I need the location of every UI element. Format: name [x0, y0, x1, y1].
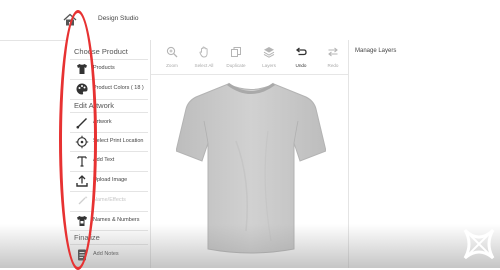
sidebar-item-name-effects: Name/Effects: [66, 192, 150, 210]
palette-icon: [76, 83, 88, 95]
jersey-icon: [77, 216, 87, 226]
design-canvas[interactable]: [151, 75, 348, 268]
item-divider: [70, 99, 148, 100]
app-title: Design Studio: [98, 15, 139, 22]
section-edit-artwork: Edit Artwork: [74, 101, 115, 110]
duplicate-icon: [231, 47, 241, 57]
zoom-button[interactable]: Zoom: [156, 46, 188, 72]
section-choose-product: Choose Product: [74, 47, 128, 56]
sidebar-item-label: Add Notes: [93, 251, 119, 257]
sidebar-item-label: Upload Image: [93, 177, 128, 183]
design-studio-app: Design Studio Choose Product Products Pr…: [0, 0, 500, 270]
sidebar-item-artwork[interactable]: Artwork: [66, 114, 150, 132]
brush-icon: [76, 118, 87, 129]
header-bar: Design Studio: [0, 0, 500, 41]
sidebar-item-product-colors[interactable]: Product Colors ( 18 ): [66, 80, 150, 98]
sidebar-item-label: Products: [93, 65, 115, 71]
section-finalize: Finalize: [74, 233, 100, 242]
brand-logo-icon: [463, 228, 495, 260]
section-divider: [70, 244, 148, 245]
sidebar-item-label: Name/Effects: [93, 197, 126, 203]
sidebar-item-label: Artwork: [93, 119, 112, 125]
redo-button[interactable]: Redo: [317, 46, 349, 72]
sidebar-item-label: Names & Numbers: [93, 217, 140, 223]
sidebar-item-upload-image[interactable]: Upload Image: [66, 172, 150, 190]
sidebar-item-products[interactable]: Products: [66, 60, 150, 78]
sidebar-item-label: Product Colors ( 18 ): [93, 85, 144, 91]
select-all-button[interactable]: Select All: [188, 46, 220, 72]
notes-icon: [78, 249, 86, 261]
magic-wand-icon: [78, 196, 88, 205]
tool-label: Select All: [194, 63, 214, 68]
undo-button[interactable]: Undo: [285, 46, 317, 72]
layers-panel-title: Manage Layers: [355, 48, 397, 54]
tshirt-icon: [77, 64, 87, 74]
home-icon: [63, 13, 77, 26]
zoom-icon: [166, 46, 178, 58]
sidebar-item-label: Add Text: [93, 157, 115, 163]
section-divider: [70, 112, 148, 113]
tool-label: Undo: [295, 63, 307, 68]
sidebar-item-add-text[interactable]: Add Text: [66, 152, 150, 170]
tool-label: Layers: [262, 63, 276, 68]
undo-icon: [295, 47, 307, 56]
layers-button[interactable]: Layers: [253, 46, 285, 72]
tool-label: Redo: [327, 63, 339, 68]
tshirt-product-image: [176, 82, 326, 254]
text-icon: [77, 156, 87, 167]
upload-icon: [76, 175, 88, 187]
item-divider: [70, 230, 148, 231]
sidebar: Choose Product Products Product Colors (…: [66, 40, 151, 268]
canvas-toolbar: Zoom Select All Duplicate Layers Undo Re…: [151, 40, 348, 75]
sidebar-item-label: Select Print Location: [93, 138, 144, 144]
redo-icon: [328, 47, 338, 57]
tool-label: Duplicate: [226, 63, 246, 68]
sidebar-item-add-notes[interactable]: Add Notes: [66, 246, 150, 264]
hand-icon: [199, 46, 208, 58]
home-button[interactable]: [62, 12, 78, 28]
location-icon: [75, 135, 89, 149]
layers-icon: [263, 47, 275, 58]
sidebar-item-print-location[interactable]: Select Print Location: [66, 133, 150, 151]
duplicate-button[interactable]: Duplicate: [220, 46, 252, 72]
sidebar-item-names-numbers[interactable]: Names & Numbers: [66, 212, 150, 230]
tool-label: Zoom: [166, 63, 178, 68]
